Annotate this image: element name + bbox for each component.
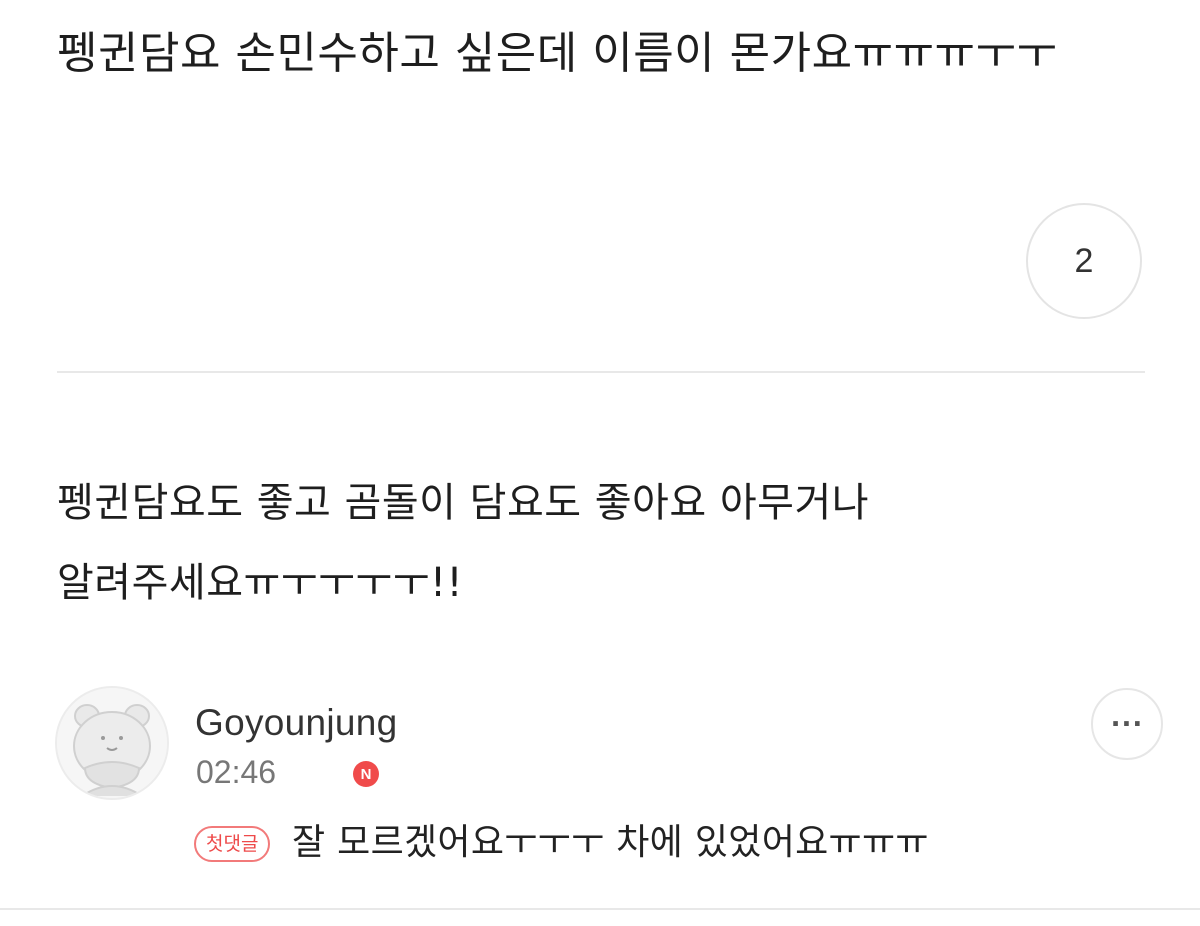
new-badge: N: [353, 761, 379, 787]
more-options-button[interactable]: ...: [1091, 688, 1163, 760]
bear-avatar-icon[interactable]: [55, 686, 169, 800]
comment-count: 2: [1074, 241, 1094, 280]
post-body: 펭귄담요도 좋고 곰돌이 담요도 좋아요 아무거나 알려주세요ㅠㅜㅜㅜㅜ!!: [57, 480, 870, 606]
divider: [57, 371, 1145, 373]
first-comment-badge: 첫댓글: [194, 826, 271, 862]
divider: [0, 908, 1200, 910]
more-options-icon: ...: [1110, 703, 1144, 733]
comment-item: Goyounjung 02:46 N ... 첫댓글 잘 모르겠어요ㅜㅜㅜ 차에…: [55, 686, 1165, 886]
post-title: 펭귄담요 손민수하고 싶은데 이름이 몬가요ㅠㅠㅠㅜㅜ: [57, 28, 1058, 79]
comment-time: 02:46: [196, 754, 277, 790]
comment-count-button[interactable]: 2: [1026, 203, 1142, 319]
comment-text: 잘 모르겠어요ㅜㅜㅜ 차에 있었어요ㅠㅠㅠ: [292, 822, 929, 863]
author-name[interactable]: Goyounjung: [195, 702, 398, 744]
